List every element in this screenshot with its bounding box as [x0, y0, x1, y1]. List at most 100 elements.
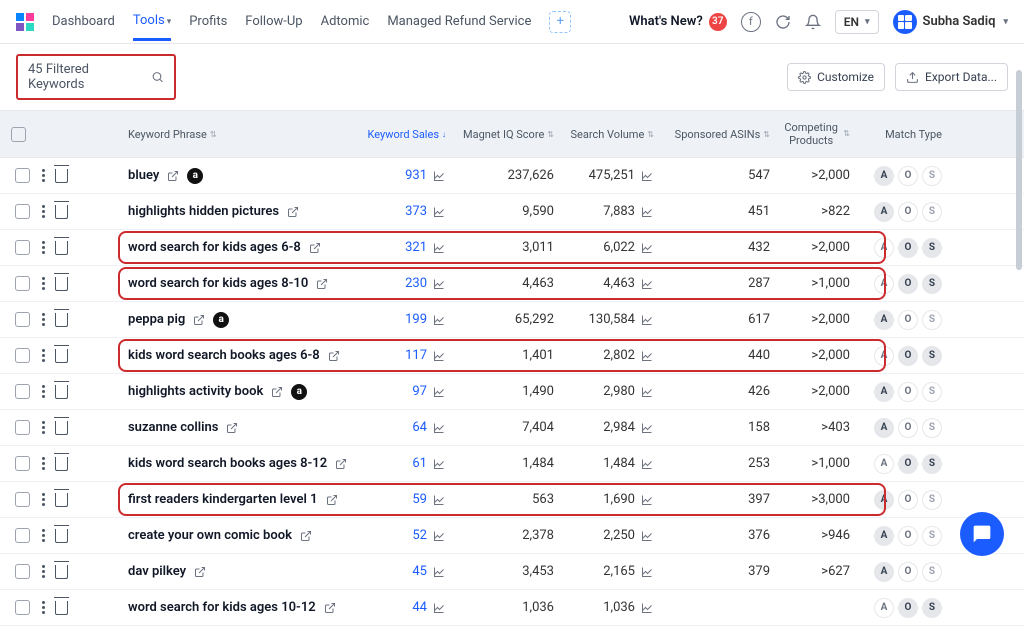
match-pill-o[interactable]: O: [898, 274, 918, 294]
delete-button[interactable]: [55, 313, 68, 327]
keyword-phrase[interactable]: dav pilkey: [128, 564, 186, 579]
external-link-icon[interactable]: [167, 170, 179, 182]
external-link-icon[interactable]: [193, 314, 205, 326]
row-menu-button[interactable]: [42, 349, 45, 362]
header-iq[interactable]: Magnet IQ Score⇅: [452, 111, 560, 157]
chart-icon[interactable]: [432, 494, 446, 506]
chart-icon[interactable]: [432, 566, 446, 578]
chart-icon[interactable]: [432, 530, 446, 542]
row-checkbox[interactable]: [0, 378, 36, 405]
row-menu-button[interactable]: [42, 421, 45, 434]
row-checkbox[interactable]: [0, 414, 36, 441]
keyword-phrase[interactable]: kids word search books ages 8-12: [128, 456, 327, 471]
match-pill-s[interactable]: S: [922, 238, 942, 258]
row-menu-button[interactable]: [42, 277, 45, 290]
row-checkbox[interactable]: [0, 198, 36, 225]
delete-button[interactable]: [55, 529, 68, 543]
row-menu-button[interactable]: [42, 565, 45, 578]
delete-button[interactable]: [55, 205, 68, 219]
chart-icon[interactable]: [640, 494, 654, 506]
row-menu-button[interactable]: [42, 169, 45, 182]
row-menu-button[interactable]: [42, 205, 45, 218]
chart-icon[interactable]: [640, 278, 654, 290]
keyword-phrase[interactable]: create your own comic book: [128, 528, 292, 543]
delete-button[interactable]: [55, 349, 68, 363]
export-button[interactable]: Export Data...: [895, 63, 1008, 91]
external-link-icon[interactable]: [326, 494, 338, 506]
header-phrase[interactable]: Keyword Phrase⇅: [122, 111, 358, 157]
match-pill-o[interactable]: O: [898, 346, 918, 366]
filtered-keywords-button[interactable]: 45 Filtered Keywords: [16, 54, 176, 100]
chart-icon[interactable]: [432, 242, 446, 254]
match-pill-a[interactable]: A: [874, 310, 894, 330]
chart-icon[interactable]: [432, 206, 446, 218]
chart-icon[interactable]: [640, 386, 654, 398]
scrollbar[interactable]: [1016, 70, 1022, 270]
match-pill-s[interactable]: S: [922, 418, 942, 438]
row-checkbox[interactable]: [0, 234, 36, 261]
external-link-icon[interactable]: [271, 386, 283, 398]
match-pill-a[interactable]: A: [874, 166, 894, 186]
external-link-icon[interactable]: [335, 458, 347, 470]
external-link-icon[interactable]: [316, 278, 328, 290]
row-checkbox[interactable]: [0, 270, 36, 297]
customize-button[interactable]: Customize: [787, 63, 885, 91]
chart-icon[interactable]: [432, 350, 446, 362]
match-pill-s[interactable]: S: [922, 454, 942, 474]
nav-profits[interactable]: Profits: [189, 14, 227, 29]
match-pill-o[interactable]: O: [898, 526, 918, 546]
match-pill-o[interactable]: O: [898, 418, 918, 438]
row-menu-button[interactable]: [42, 493, 45, 506]
external-link-icon[interactable]: [324, 602, 336, 614]
external-link-icon[interactable]: [226, 422, 238, 434]
chart-icon[interactable]: [640, 314, 654, 326]
nav-dashboard[interactable]: Dashboard: [52, 14, 115, 29]
chart-icon[interactable]: [640, 566, 654, 578]
nav-adtomic[interactable]: Adtomic: [321, 14, 370, 29]
delete-button[interactable]: [55, 277, 68, 291]
chart-icon[interactable]: [640, 350, 654, 362]
delete-button[interactable]: [55, 241, 68, 255]
match-pill-s[interactable]: S: [922, 382, 942, 402]
chart-icon[interactable]: [432, 602, 446, 614]
match-pill-a[interactable]: A: [874, 418, 894, 438]
header-comp[interactable]: Competing Products⇅: [776, 111, 856, 157]
keyword-phrase[interactable]: suzanne collins: [128, 420, 218, 435]
delete-button[interactable]: [55, 493, 68, 507]
keyword-phrase[interactable]: first readers kindergarten level 1: [128, 492, 318, 507]
chart-icon[interactable]: [640, 242, 654, 254]
keyword-phrase[interactable]: word search for kids ages 10-12: [128, 600, 316, 615]
nav-tools[interactable]: Tools▾: [133, 13, 171, 41]
match-pill-s[interactable]: S: [922, 310, 942, 330]
delete-button[interactable]: [55, 385, 68, 399]
row-checkbox[interactable]: [0, 342, 36, 369]
match-pill-a[interactable]: A: [874, 562, 894, 582]
match-pill-a[interactable]: A: [874, 238, 894, 258]
delete-button[interactable]: [55, 565, 68, 579]
row-menu-button[interactable]: [42, 241, 45, 254]
header-checkbox[interactable]: [0, 111, 36, 157]
match-pill-a[interactable]: A: [874, 526, 894, 546]
keyword-phrase[interactable]: bluey: [128, 168, 159, 183]
chart-icon[interactable]: [640, 458, 654, 470]
nav-refund[interactable]: Managed Refund Service: [387, 14, 531, 29]
external-link-icon[interactable]: [309, 242, 321, 254]
keyword-phrase[interactable]: highlights activity book: [128, 384, 263, 399]
header-sales[interactable]: Keyword Sales↓: [358, 111, 452, 157]
add-tool-button[interactable]: +: [549, 11, 571, 33]
chart-icon[interactable]: [432, 314, 446, 326]
row-checkbox[interactable]: [0, 558, 36, 585]
keyword-phrase[interactable]: highlights hidden pictures: [128, 204, 279, 219]
chart-icon[interactable]: [640, 530, 654, 542]
keyword-phrase[interactable]: kids word search books ages 6-8: [128, 348, 320, 363]
match-pill-a[interactable]: A: [874, 490, 894, 510]
row-menu-button[interactable]: [42, 313, 45, 326]
match-pill-s[interactable]: S: [922, 166, 942, 186]
row-checkbox[interactable]: [0, 594, 36, 621]
match-pill-o[interactable]: O: [898, 382, 918, 402]
chart-icon[interactable]: [640, 206, 654, 218]
match-pill-s[interactable]: S: [922, 490, 942, 510]
row-menu-button[interactable]: [42, 385, 45, 398]
match-pill-o[interactable]: O: [898, 310, 918, 330]
match-pill-a[interactable]: A: [874, 382, 894, 402]
